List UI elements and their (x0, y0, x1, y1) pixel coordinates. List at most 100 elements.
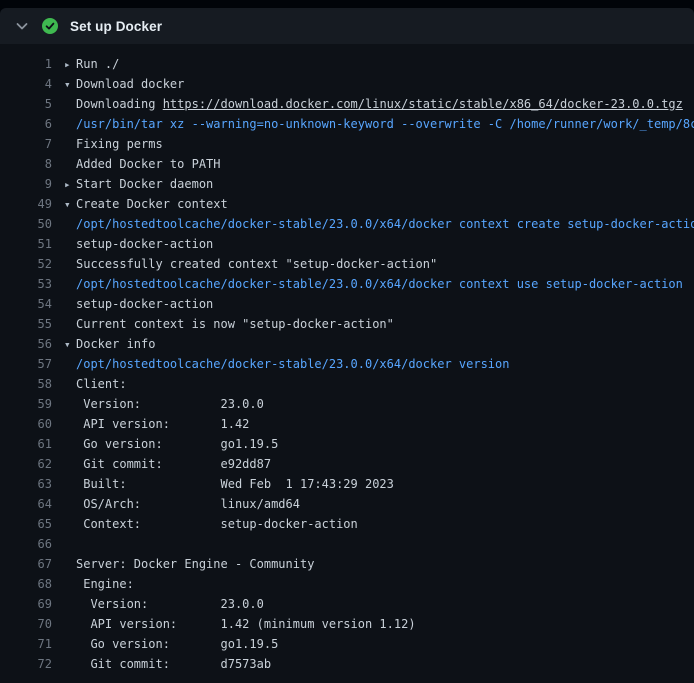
step-title: Set up Docker (70, 19, 162, 34)
group-title: Docker info (76, 337, 155, 351)
group-collapsed-icon[interactable]: ▸ (64, 55, 76, 74)
log-text: Client: (64, 374, 127, 394)
log-line: 71 Go version: go1.19.5 (0, 634, 694, 654)
log-text: Built: Wed Feb 1 17:43:29 2023 (64, 474, 394, 494)
line-number[interactable]: 49 (0, 194, 52, 214)
line-number[interactable]: 64 (0, 494, 52, 514)
log-line: 58 Client: (0, 374, 694, 394)
group-title: Run ./ (76, 57, 119, 71)
line-number[interactable]: 72 (0, 654, 52, 674)
log-text: Engine: (64, 574, 134, 594)
log-line: 52 Successfully created context "setup-do… (0, 254, 694, 274)
log-text: Added Docker to PATH (64, 154, 221, 174)
log-command-text: /usr/bin/tar xz --warning=no-unknown-key… (64, 114, 694, 134)
chevron-down-icon[interactable] (14, 18, 30, 34)
line-number[interactable]: 5 (0, 94, 52, 114)
line-number[interactable]: 54 (0, 294, 52, 314)
line-number[interactable]: 56 (0, 334, 52, 354)
log-line: 72 Git commit: d7573ab (0, 654, 694, 674)
log-command-text: /opt/hostedtoolcache/docker-stable/23.0.… (64, 274, 683, 294)
log-line: 8 Added Docker to PATH (0, 154, 694, 174)
log-line: 57/opt/hostedtoolcache/docker-stable/23.… (0, 354, 694, 374)
line-number[interactable]: 58 (0, 374, 52, 394)
log-viewer: 1▸Run ./4▾Download docker5Downloading ht… (0, 44, 694, 683)
group-expanded-icon[interactable]: ▾ (64, 335, 76, 354)
log-text: OS/Arch: linux/amd64 (64, 494, 300, 514)
log-text: Downloading https://download.docker.com/… (64, 94, 683, 114)
line-number[interactable]: 6 (0, 114, 52, 134)
group-collapsed-icon[interactable]: ▸ (64, 175, 76, 194)
log-line: 60 API version: 1.42 (0, 414, 694, 434)
log-text: Git commit: e92dd87 (64, 454, 271, 474)
line-number[interactable]: 71 (0, 634, 52, 654)
line-number[interactable]: 65 (0, 514, 52, 534)
log-line: 61 Go version: go1.19.5 (0, 434, 694, 454)
group-title: Download docker (76, 77, 184, 91)
log-line: 66 (0, 534, 694, 554)
line-number[interactable]: 60 (0, 414, 52, 434)
log-text: Go version: go1.19.5 (64, 634, 278, 654)
line-number[interactable]: 50 (0, 214, 52, 234)
log-line: 5 Downloading https://download.docker.com… (0, 94, 694, 114)
step-header[interactable]: Set up Docker (0, 8, 694, 44)
log-line: 67Server: Docker Engine - Community (0, 554, 694, 574)
log-line: 51 setup-docker-action (0, 234, 694, 254)
line-number[interactable]: 1 (0, 54, 52, 74)
log-command-text: /opt/hostedtoolcache/docker-stable/23.0.… (64, 354, 509, 374)
log-text: Go version: go1.19.5 (64, 434, 278, 454)
line-number[interactable]: 55 (0, 314, 52, 334)
line-number[interactable]: 4 (0, 74, 52, 94)
log-line[interactable]: 9 ▸Start Docker daemon (0, 174, 694, 194)
log-line[interactable]: 56 ▾Docker info (0, 334, 694, 354)
line-number[interactable]: 66 (0, 534, 52, 554)
line-number[interactable]: 59 (0, 394, 52, 414)
log-text: API version: 1.42 (minimum version 1.12) (64, 614, 416, 634)
line-number[interactable]: 8 (0, 154, 52, 174)
log-line: 69 Version: 23.0.0 (0, 594, 694, 614)
line-number[interactable]: 68 (0, 574, 52, 594)
log-line: 59 Version: 23.0.0 (0, 394, 694, 414)
log-text-prefix: Downloading (76, 97, 163, 111)
log-line: 70 API version: 1.42 (minimum version 1.… (0, 614, 694, 634)
log-text: Successfully created context "setup-dock… (64, 254, 437, 274)
log-line: 55Current context is now "setup-docker-a… (0, 314, 694, 334)
log-link[interactable]: https://download.docker.com/linux/static… (163, 97, 683, 111)
line-number[interactable]: 9 (0, 174, 52, 194)
log-line: 64 OS/Arch: linux/amd64 (0, 494, 694, 514)
group-title: Create Docker context (76, 197, 228, 211)
log-line: 65 Context: setup-docker-action (0, 514, 694, 534)
log-line[interactable]: 49 ▾Create Docker context (0, 194, 694, 214)
log-line: 50/opt/hostedtoolcache/docker-stable/23.… (0, 214, 694, 234)
log-line: 6/usr/bin/tar xz --warning=no-unknown-ke… (0, 114, 694, 134)
line-number[interactable]: 69 (0, 594, 52, 614)
log-lines: 1▸Run ./4▾Download docker5Downloading ht… (0, 54, 694, 674)
log-line: 54 setup-docker-action (0, 294, 694, 314)
line-number[interactable]: 61 (0, 434, 52, 454)
log-text: setup-docker-action (64, 294, 213, 314)
log-text: Version: 23.0.0 (64, 594, 264, 614)
line-number[interactable]: 62 (0, 454, 52, 474)
line-number[interactable]: 67 (0, 554, 52, 574)
log-line: 62 Git commit: e92dd87 (0, 454, 694, 474)
log-line: 7 Fixing perms (0, 134, 694, 154)
log-line[interactable]: 1 ▸Run ./ (0, 54, 694, 74)
line-number[interactable]: 57 (0, 354, 52, 374)
line-number[interactable]: 70 (0, 614, 52, 634)
line-number[interactable]: 63 (0, 474, 52, 494)
log-text: Fixing perms (64, 134, 163, 154)
log-text: setup-docker-action (64, 234, 213, 254)
log-text: Git commit: d7573ab (64, 654, 271, 674)
line-number[interactable]: 52 (0, 254, 52, 274)
line-number[interactable]: 7 (0, 134, 52, 154)
line-number[interactable]: 53 (0, 274, 52, 294)
group-expanded-icon[interactable]: ▾ (64, 195, 76, 214)
log-line[interactable]: 4 ▾Download docker (0, 74, 694, 94)
line-number[interactable]: 51 (0, 234, 52, 254)
log-line: 53/opt/hostedtoolcache/docker-stable/23.… (0, 274, 694, 294)
log-text: Context: setup-docker-action (64, 514, 358, 534)
log-line: 63 Built: Wed Feb 1 17:43:29 2023 (0, 474, 694, 494)
group-title: Start Docker daemon (76, 177, 213, 191)
log-line: 68 Engine: (0, 574, 694, 594)
group-expanded-icon[interactable]: ▾ (64, 75, 76, 94)
success-check-icon (42, 18, 58, 34)
